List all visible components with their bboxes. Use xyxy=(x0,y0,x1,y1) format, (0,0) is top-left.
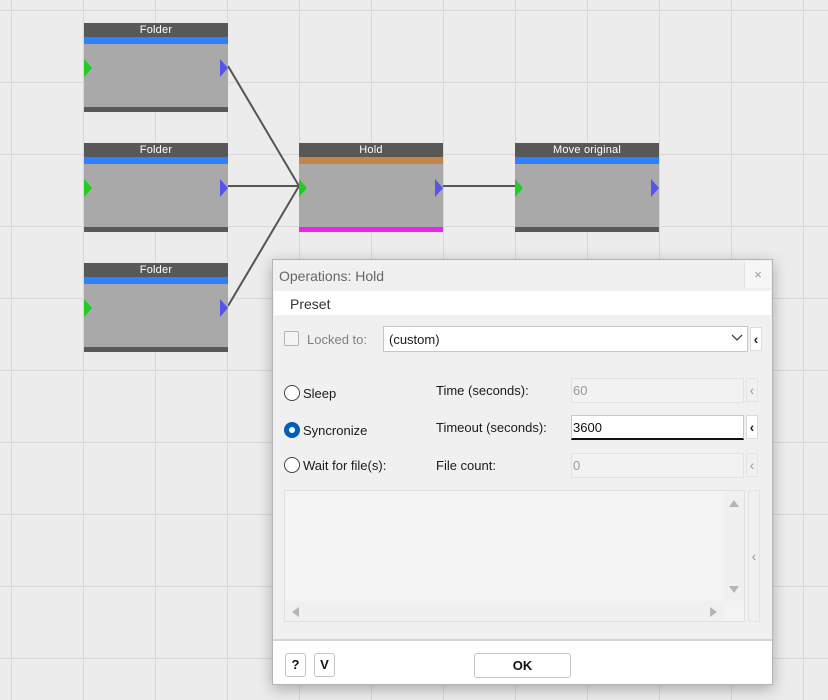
locked-checkbox[interactable] xyxy=(284,331,299,346)
locked-side-button[interactable]: ‹ xyxy=(750,327,762,351)
timeout-seconds-label: Timeout (seconds): xyxy=(436,420,547,435)
time-seconds-input[interactable]: 60 xyxy=(571,378,744,403)
textarea-side-button[interactable]: ‹ xyxy=(748,490,760,622)
scroll-right-icon[interactable] xyxy=(710,607,717,617)
node-bottom-bar xyxy=(299,227,443,232)
node-bottom-bar xyxy=(84,347,228,352)
node-accent-bar xyxy=(84,157,228,164)
output-port[interactable] xyxy=(435,179,443,197)
node-folder-3[interactable]: Folder xyxy=(84,263,228,352)
node-accent-bar xyxy=(515,157,659,164)
dialog-title: Operations: Hold xyxy=(279,268,385,284)
chevron-left-icon: ‹ xyxy=(749,457,755,473)
wait-for-files-radio[interactable] xyxy=(284,457,300,473)
node-bottom-bar xyxy=(84,107,228,112)
close-icon: × xyxy=(754,267,762,282)
sleep-label: Sleep xyxy=(303,386,337,401)
timeout-side-button[interactable]: ‹ xyxy=(746,415,758,439)
timeout-seconds-input[interactable]: 3600 xyxy=(571,415,744,440)
node-title: Folder xyxy=(84,23,228,37)
horizontal-scrollbar[interactable] xyxy=(285,601,724,621)
dialog-titlebar[interactable]: Operations: Hold × xyxy=(273,260,772,290)
output-port[interactable] xyxy=(220,179,228,197)
output-port[interactable] xyxy=(651,179,659,197)
node-hold[interactable]: Hold xyxy=(299,143,443,232)
output-port[interactable] xyxy=(220,299,228,317)
wait-for-files-label: Wait for file(s): xyxy=(303,458,387,473)
chevron-down-icon xyxy=(731,334,743,341)
locked-select-value: (custom) xyxy=(389,332,440,347)
node-bottom-bar xyxy=(84,227,228,232)
input-port[interactable] xyxy=(84,299,92,317)
syncronize-radio[interactable] xyxy=(284,422,300,438)
syncronize-label: Syncronize xyxy=(303,423,368,438)
node-accent-bar xyxy=(299,157,443,164)
node-title: Hold xyxy=(299,143,443,157)
input-port[interactable] xyxy=(515,179,523,197)
chevron-left-icon: ‹ xyxy=(749,419,755,435)
node-folder-2[interactable]: Folder xyxy=(84,143,228,232)
node-title: Folder xyxy=(84,143,228,157)
node-accent-bar xyxy=(84,277,228,284)
v-button[interactable]: V xyxy=(314,653,335,677)
node-accent-bar xyxy=(84,37,228,44)
file-count-label: File count: xyxy=(436,458,496,473)
locked-select[interactable]: (custom) xyxy=(383,326,748,352)
output-port[interactable] xyxy=(220,59,228,77)
node-bottom-bar xyxy=(515,227,659,232)
node-folder-1[interactable]: Folder xyxy=(84,23,228,112)
file-count-input[interactable]: 0 xyxy=(571,453,744,478)
file-count-side-button[interactable]: ‹ xyxy=(746,453,758,477)
ok-button[interactable]: OK xyxy=(474,653,571,678)
node-title: Folder xyxy=(84,263,228,277)
menu-bar: Preset xyxy=(274,291,771,315)
close-button[interactable]: × xyxy=(744,261,771,288)
sleep-radio[interactable] xyxy=(284,385,300,401)
locked-label: Locked to: xyxy=(307,332,367,347)
input-port[interactable] xyxy=(84,179,92,197)
menu-preset[interactable]: Preset xyxy=(290,296,330,312)
time-side-button[interactable]: ‹ xyxy=(746,378,758,402)
node-title: Move original xyxy=(515,143,659,157)
scroll-down-icon[interactable] xyxy=(729,586,739,593)
dialog-footer: ? V OK xyxy=(273,641,772,684)
scroll-left-icon[interactable] xyxy=(292,607,299,617)
operations-dialog: Operations: Hold × Preset Locked to: (cu… xyxy=(272,259,773,685)
input-port[interactable] xyxy=(299,179,307,197)
chevron-left-icon: ‹ xyxy=(751,548,757,564)
node-move-original[interactable]: Move original xyxy=(515,143,659,232)
input-port[interactable] xyxy=(84,59,92,77)
details-textarea[interactable] xyxy=(284,490,745,622)
help-button[interactable]: ? xyxy=(285,653,306,677)
chevron-left-icon: ‹ xyxy=(753,331,759,347)
vertical-scrollbar[interactable] xyxy=(724,491,744,601)
chevron-left-icon: ‹ xyxy=(749,382,755,398)
scroll-up-icon[interactable] xyxy=(729,500,739,507)
time-seconds-label: Time (seconds): xyxy=(436,383,529,398)
wire-folder1-to-hold xyxy=(227,65,300,187)
